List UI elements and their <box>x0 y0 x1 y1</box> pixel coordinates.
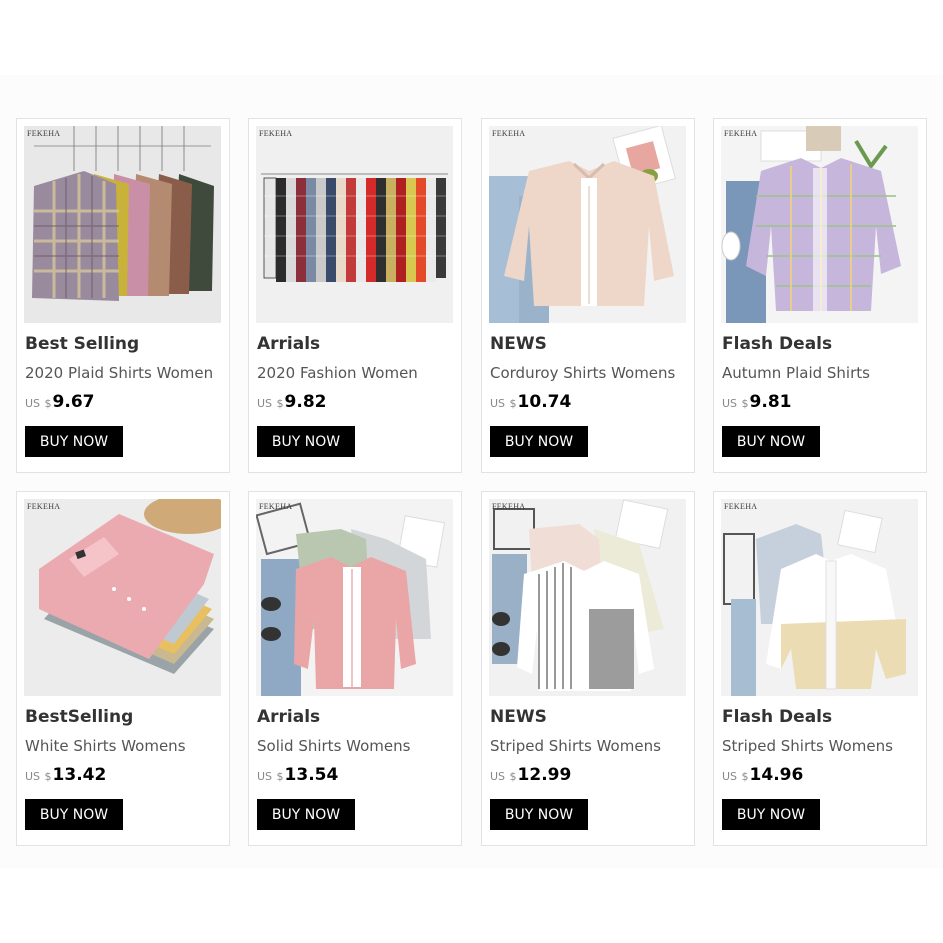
product-price: US $ 14.96 <box>722 765 803 785</box>
product-title[interactable]: Flash Deals <box>722 707 832 727</box>
product-price: US $ 13.42 <box>25 765 106 785</box>
currency-code: US <box>25 397 41 410</box>
currency-code: US <box>722 397 738 410</box>
brand-watermark: FEKEHA <box>724 502 758 511</box>
currency-code: US <box>722 770 738 783</box>
currency-symbol: $ <box>509 397 517 410</box>
currency-symbol: $ <box>44 397 52 410</box>
product-card[interactable]: FEKEHA <box>16 118 230 473</box>
product-title[interactable]: Best Selling <box>25 334 139 354</box>
product-name[interactable]: Striped Shirts Womens <box>490 737 661 755</box>
product-name[interactable]: Striped Shirts Womens <box>722 737 893 755</box>
product-name[interactable]: Corduroy Shirts Womens <box>490 364 675 382</box>
product-image-pink-corduroy-shirt-flatlay[interactable]: FEKEHA <box>489 126 686 323</box>
product-title[interactable]: Arrials <box>257 707 320 727</box>
product-card[interactable]: FEKEHA Flash Deals Autumn Plaid Shirts U… <box>713 118 927 473</box>
product-name[interactable]: Solid Shirts Womens <box>257 737 410 755</box>
brand-watermark: FEKEHA <box>259 129 293 138</box>
brand-watermark: FEKEHA <box>259 502 293 511</box>
buy-now-button[interactable]: BUY NOW <box>722 426 820 457</box>
product-image-hanging-plaid-shirts[interactable]: FEKEHA <box>24 126 221 323</box>
price-amount: 12.99 <box>517 765 572 785</box>
currency-symbol: $ <box>276 397 284 410</box>
product-name[interactable]: White Shirts Womens <box>25 737 186 755</box>
product-card[interactable]: FEKEHA NEWS Corduroy Shirts Womens US $ … <box>481 118 695 473</box>
currency-symbol: $ <box>741 770 749 783</box>
buy-now-button[interactable]: BUY NOW <box>722 799 820 830</box>
product-price: US $ 13.54 <box>257 765 338 785</box>
buy-now-button[interactable]: BUY NOW <box>25 799 123 830</box>
currency-code: US <box>257 397 273 410</box>
product-name[interactable]: Autumn Plaid Shirts <box>722 364 870 382</box>
currency-symbol: $ <box>44 770 52 783</box>
brand-watermark: FEKEHA <box>492 129 526 138</box>
product-image-lilac-plaid-shirt-flatlay[interactable]: FEKEHA <box>721 126 918 323</box>
price-amount: 10.74 <box>517 392 572 412</box>
price-amount: 9.81 <box>749 392 792 412</box>
currency-symbol: $ <box>509 770 517 783</box>
buy-now-button[interactable]: BUY NOW <box>257 426 355 457</box>
product-image-folded-shirt-stack[interactable]: FEKEHA <box>24 499 221 696</box>
currency-symbol: $ <box>276 770 284 783</box>
product-card[interactable]: FEKEHA BestSelling White Shirts Womens U… <box>16 491 230 846</box>
currency-code: US <box>257 770 273 783</box>
currency-symbol: $ <box>741 397 749 410</box>
product-price: US $ 9.82 <box>257 392 327 412</box>
brand-watermark: FEKEHA <box>724 129 758 138</box>
product-image-rack-of-checked-shirts[interactable]: FEKEHA <box>256 126 453 323</box>
product-card[interactable]: FEKEHA Flash Deals Striped Shirts Womens… <box>713 491 927 846</box>
currency-code: US <box>25 770 41 783</box>
product-title[interactable]: BestSelling <box>25 707 133 727</box>
price-amount: 9.67 <box>52 392 95 412</box>
product-title[interactable]: NEWS <box>490 334 547 354</box>
currency-code: US <box>490 770 506 783</box>
product-card[interactable]: FEKEHA NEWS Striped Shirts Womens US $ 1… <box>481 491 695 846</box>
product-price: US $ 9.81 <box>722 392 792 412</box>
product-price: US $ 10.74 <box>490 392 571 412</box>
price-amount: 9.82 <box>284 392 327 412</box>
product-name[interactable]: 2020 Fashion Women <box>257 364 418 382</box>
product-image-pink-solid-shirts-flatlay[interactable]: FEKEHA <box>256 499 453 696</box>
product-title[interactable]: NEWS <box>490 707 547 727</box>
buy-now-button[interactable]: BUY NOW <box>25 426 123 457</box>
product-price: US $ 12.99 <box>490 765 571 785</box>
buy-now-button[interactable]: BUY NOW <box>490 426 588 457</box>
price-amount: 14.96 <box>749 765 804 785</box>
product-card[interactable]: FEKEHA <box>248 118 462 473</box>
buy-now-button[interactable]: BUY NOW <box>490 799 588 830</box>
product-card[interactable]: FEKEHA Arrials Solid Shirts Womens US $ … <box>248 491 462 846</box>
product-image-striped-shirts-flatlay[interactable]: FEKEHA <box>489 499 686 696</box>
price-amount: 13.42 <box>52 765 107 785</box>
currency-code: US <box>490 397 506 410</box>
price-amount: 13.54 <box>284 765 339 785</box>
product-title[interactable]: Flash Deals <box>722 334 832 354</box>
product-title[interactable]: Arrials <box>257 334 320 354</box>
product-price: US $ 9.67 <box>25 392 95 412</box>
product-image-colorblock-shirts-flatlay[interactable]: FEKEHA <box>721 499 918 696</box>
brand-watermark: FEKEHA <box>27 502 61 511</box>
brand-watermark: FEKEHA <box>27 129 61 138</box>
brand-watermark: FEKEHA <box>492 502 526 511</box>
product-name[interactable]: 2020 Plaid Shirts Women <box>25 364 213 382</box>
buy-now-button[interactable]: BUY NOW <box>257 799 355 830</box>
